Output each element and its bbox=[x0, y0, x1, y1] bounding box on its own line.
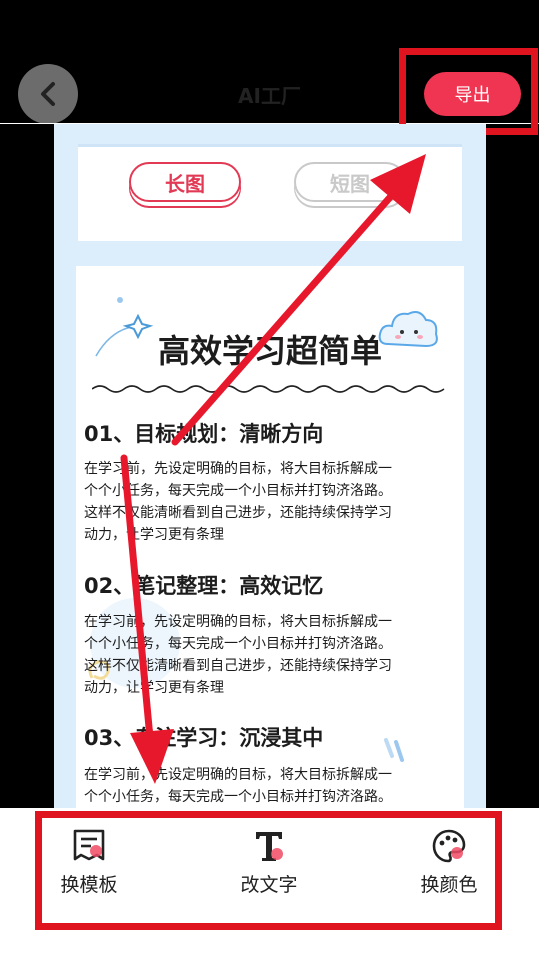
arrow-to-export-head bbox=[370, 154, 426, 214]
arrow-to-export-line bbox=[171, 191, 396, 446]
arrow-to-toolbar-line bbox=[120, 454, 154, 742]
arrow-to-toolbar-head bbox=[130, 729, 174, 784]
annotation-arrows bbox=[120, 154, 426, 784]
